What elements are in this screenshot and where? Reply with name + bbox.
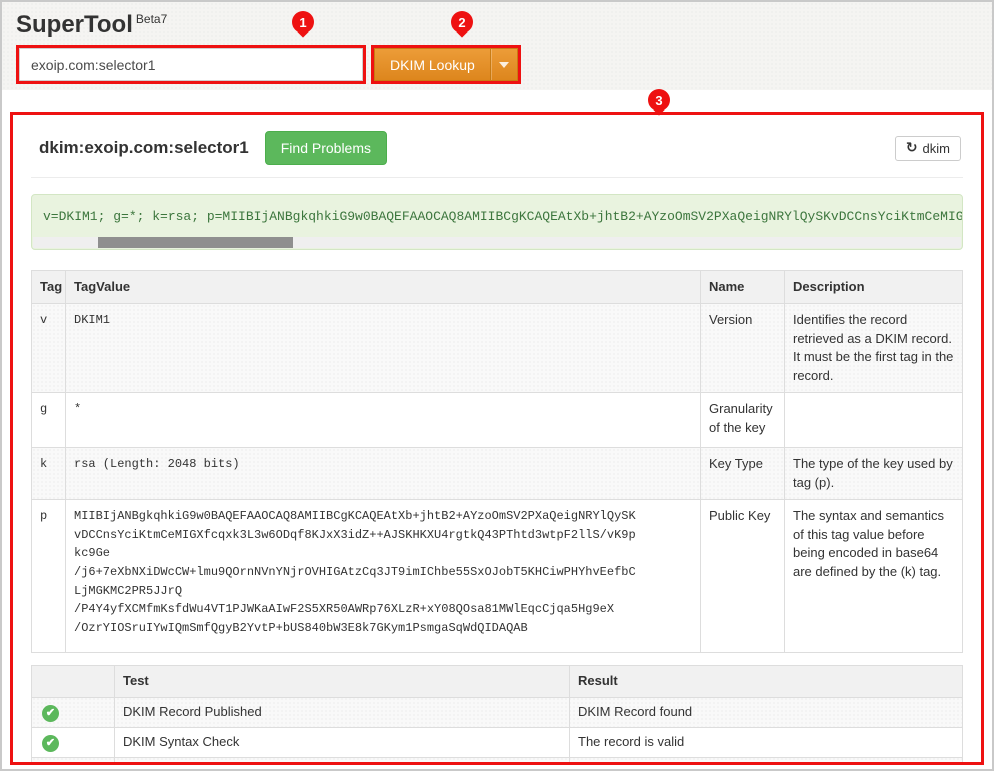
result-cell: DKIM Record found [569, 696, 963, 728]
supertool-page: SuperToolBeta7 DKIM Lookup 1 2 3 dkim:ex… [0, 0, 994, 771]
refresh-dkim-button[interactable]: ↻ dkim [894, 135, 961, 161]
check-circle-icon: ✔ [42, 704, 59, 722]
table-row: ✔ DKIM Public Key Check Public key is pr… [31, 756, 963, 762]
table-row: v DKIM1 Version Identifies the record re… [31, 303, 963, 394]
description-cell: Identifies the record retrieved as a DKI… [784, 303, 963, 394]
beta-tag: Beta7 [135, 12, 168, 26]
tag-cell: v [31, 303, 66, 394]
lookup-dropdown-toggle[interactable] [489, 49, 517, 80]
table-row: k rsa (Length: 2048 bits) Key Type The t… [31, 447, 963, 501]
domain-selector-input[interactable] [19, 48, 363, 81]
app-title-text: SuperTool [16, 11, 133, 38]
table-row: g * Granularity of the key [31, 392, 963, 449]
test-cell: DKIM Syntax Check [114, 726, 570, 758]
table-row: ✔ DKIM Syntax Check The record is valid [31, 726, 963, 758]
results-panel: dkim:exoip.com:selector1 Find Problems ↻… [10, 112, 984, 765]
chevron-down-icon [498, 61, 509, 68]
search-section: SuperToolBeta7 DKIM Lookup [2, 2, 992, 90]
dkim-lookup-split-button: DKIM Lookup [374, 48, 518, 81]
description-cell: The type of the key used by tag (p). [784, 447, 963, 501]
tagvalue-cell: DKIM1 [65, 303, 701, 394]
app-title: SuperTool Beta7 [16, 11, 978, 39]
dkim-record-block: v=DKIM1; g=*; k=rsa; p=MIIBIjANBgkqhkiG9… [31, 194, 963, 250]
horizontal-scrollbar[interactable] [33, 237, 961, 248]
tagvalue-cell: * [65, 392, 701, 449]
name-cell: Granularity of the key [700, 392, 785, 449]
name-cell: Version [700, 303, 785, 394]
table-row: ✔ DKIM Record Published DKIM Record foun… [31, 696, 963, 728]
annotation-marker-1: 1 [292, 11, 314, 33]
status-cell: ✔ [31, 756, 115, 762]
panel-header: dkim:exoip.com:selector1 Find Problems ↻… [31, 127, 963, 178]
annotation-marker-2: 2 [451, 11, 473, 33]
find-problems-button[interactable]: Find Problems [264, 131, 388, 165]
test-result-table: Test Result ✔ DKIM Record Published DKIM… [31, 665, 963, 762]
test-cell: DKIM Record Published [114, 696, 570, 728]
annotation-box-button: DKIM Lookup [371, 45, 521, 84]
status-cell: ✔ [31, 696, 115, 728]
description-cell [784, 392, 963, 449]
refresh-icon: ↻ [905, 140, 918, 156]
name-cell: Public Key [700, 499, 785, 654]
check-circle-icon: ✔ [42, 734, 59, 752]
result-cell: The record is valid [569, 726, 963, 758]
name-cell: Key Type [700, 447, 785, 501]
status-cell: ✔ [31, 726, 115, 758]
annotation-marker-3: 3 [648, 89, 670, 111]
col-header-description: Description [784, 269, 963, 305]
annotation-box-input [16, 45, 366, 84]
dkim-record-text: v=DKIM1; g=*; k=rsa; p=MIIBIjANBgkqhkiG9… [43, 209, 962, 224]
test-cell: DKIM Public Key Check [114, 756, 570, 762]
tag-table: Tag TagValue Name Description v DKIM1 Ve… [31, 269, 963, 654]
search-row: DKIM Lookup [16, 45, 978, 84]
tag-cell: p [31, 499, 66, 654]
tagvalue-cell: MIIBIjANBgkqhkiG9w0BAQEFAAOCAQ8AMIIBCgKC… [65, 499, 701, 654]
result-table-header-row: Test Result [31, 665, 963, 698]
col-header-name: Name [700, 269, 785, 305]
description-cell: The syntax and semantics of this tag val… [784, 499, 963, 654]
tagvalue-cell: rsa (Length: 2048 bits) [65, 447, 701, 501]
table-row: p MIIBIjANBgkqhkiG9w0BAQEFAAOCAQ8AMIIBCg… [31, 499, 963, 654]
refresh-button-label: dkim [922, 140, 950, 156]
col-header-status [31, 665, 115, 698]
col-header-test: Test [114, 665, 570, 698]
lookup-title: dkim:exoip.com:selector1 [39, 138, 249, 157]
col-header-tagvalue: TagValue [65, 269, 701, 305]
tag-table-header-row: Tag TagValue Name Description [31, 269, 963, 305]
tag-cell: k [31, 447, 66, 501]
col-header-tag: Tag [31, 269, 66, 305]
tag-cell: g [31, 392, 66, 449]
dkim-lookup-button[interactable]: DKIM Lookup [375, 49, 490, 80]
scrollbar-thumb[interactable] [97, 237, 293, 248]
result-cell: Public key is present [569, 756, 963, 762]
col-header-result: Result [569, 665, 963, 698]
